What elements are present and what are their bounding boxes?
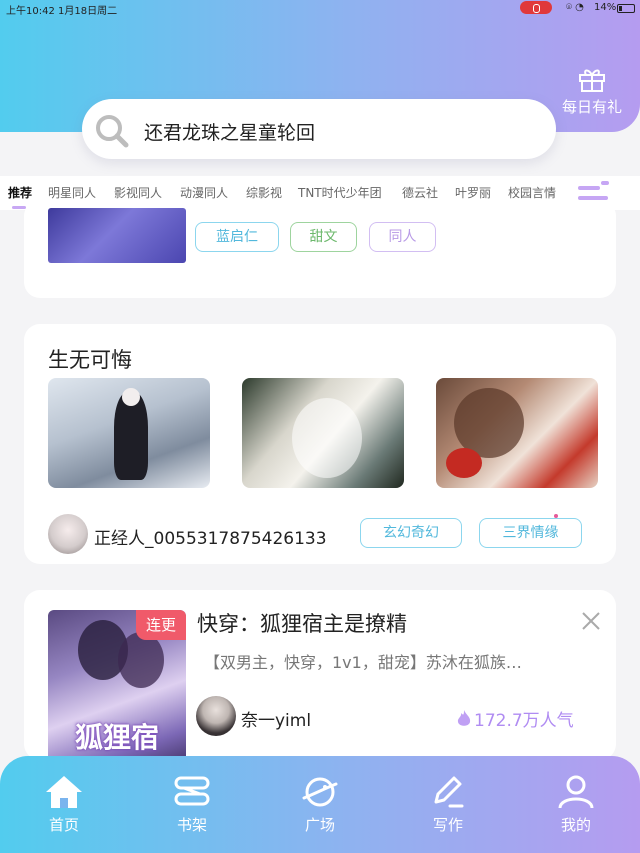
tab-recommend[interactable]: 推荐 — [8, 184, 32, 201]
tab-yeluoli[interactable]: 叶罗丽 — [455, 184, 491, 201]
book-card[interactable]: 连更 狐狸宿 快穿：狐狸宿主是撩精 【双男主，快穿，1v1，甜宠】苏沐在狐族… … — [24, 590, 616, 760]
search-bar[interactable]: 还君龙珠之星童轮回 — [82, 99, 556, 159]
nav-plaza[interactable]: 广场 — [280, 774, 360, 835]
home-icon — [46, 776, 82, 808]
cover-title-text: 狐狸宿 — [74, 721, 159, 754]
book-cover[interactable]: 连更 狐狸宿 — [48, 610, 186, 760]
tab-tv-mix[interactable]: 综影视 — [246, 184, 282, 201]
tag-fantasy[interactable]: 玄幻奇幻 — [360, 518, 462, 548]
collection-title: 生无可悔 — [48, 348, 132, 372]
wifi-icon: ⌾ ◔ — [566, 2, 584, 13]
nav-write-label: 写作 — [432, 816, 463, 834]
tag-sweet[interactable]: 甜文 — [290, 222, 357, 252]
tab-campus-romance[interactable]: 校园言情 — [508, 184, 556, 201]
avatar[interactable] — [196, 696, 236, 736]
nav-profile[interactable]: 我的 — [536, 774, 616, 835]
search-icon — [96, 115, 129, 148]
tab-star-fanfic[interactable]: 明星同人 — [48, 184, 96, 201]
book-title[interactable]: 快穿：狐狸宿主是撩精 — [197, 608, 407, 638]
nav-bookshelf-label: 书架 — [176, 816, 207, 834]
illustration-image[interactable] — [242, 378, 404, 488]
active-tab-indicator — [12, 206, 26, 209]
tag-three-realms[interactable]: 三界情缘 — [479, 518, 582, 548]
nav-write[interactable]: 写作 — [408, 774, 488, 835]
search-query: 还君龙珠之星童轮回 — [144, 122, 316, 144]
tab-deyunshe[interactable]: 德云社 — [402, 184, 438, 201]
illustration-image[interactable] — [48, 378, 210, 488]
nav-profile-label: 我的 — [560, 816, 591, 834]
author-name[interactable]: 奈一yiml — [241, 706, 311, 731]
nav-home-label: 首页 — [48, 816, 79, 834]
tab-anime-fanfic[interactable]: 动漫同人 — [180, 184, 228, 201]
nav-bookshelf[interactable]: 书架 — [152, 774, 232, 835]
close-icon[interactable] — [580, 610, 602, 632]
gift-label: 每日有礼 — [561, 98, 622, 116]
book-description: 【双男主，快穿，1v1，甜宠】苏沐在狐族… — [204, 653, 522, 672]
daily-gift-button[interactable]: 每日有礼 — [558, 66, 626, 117]
battery-percent: 14% — [594, 2, 617, 13]
serializing-badge: 连更 — [136, 610, 186, 640]
microphone-icon — [520, 1, 552, 14]
notification-dot — [601, 181, 609, 185]
book-thumbnail — [48, 208, 186, 263]
nav-plaza-label: 广场 — [304, 816, 335, 834]
status-bar: 上午10:42 1月18日周二 ⌾ ◔ 14% — [0, 0, 640, 17]
nav-home[interactable]: 首页 — [24, 774, 104, 835]
bookshelf-icon — [174, 776, 210, 806]
author-name[interactable]: 正经人_0055317875426133 — [94, 524, 327, 549]
fire-icon — [457, 710, 471, 726]
bottom-navigation: 首页 书架 广场 写作 我的 — [0, 756, 640, 853]
tag-lanqiren[interactable]: 蓝启仁 — [195, 222, 279, 252]
avatar[interactable] — [48, 514, 88, 554]
tab-tnt[interactable]: TNT时代少年团 — [298, 184, 382, 201]
status-date: 1月18日周二 — [58, 6, 118, 17]
pencil-icon — [434, 776, 464, 808]
book-collection-card[interactable]: 生无可悔 正经人_0055317875426133 玄幻奇幻 三界情缘 — [24, 324, 616, 564]
tab-film-fanfic[interactable]: 影视同人 — [114, 184, 162, 201]
tag-fanfic[interactable]: 同人 — [369, 222, 436, 252]
illustration-image[interactable] — [436, 378, 598, 488]
user-icon — [558, 775, 594, 809]
book-card[interactable]: 蓝启仁 甜文 同人 — [24, 200, 616, 298]
status-time: 上午10:42 — [6, 6, 55, 17]
popularity-count: 172.7万人气 — [456, 706, 574, 731]
planet-icon — [302, 777, 338, 807]
gift-icon — [579, 69, 605, 92]
battery-icon — [617, 4, 635, 13]
popularity-label: 172.7万人气 — [474, 711, 574, 731]
